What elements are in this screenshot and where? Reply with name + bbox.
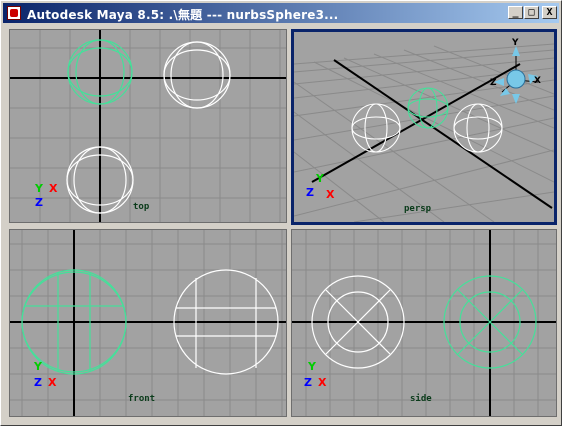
front-viewport-label: front [128,394,156,404]
minimize-button[interactable]: _ [508,6,523,19]
side-axis-y-label: Y [308,360,316,373]
close-button[interactable]: X [542,6,557,19]
side-view-canvas [292,230,556,416]
front-axis-z-label: Z [34,376,42,389]
window-title: Autodesk Maya 8.5: .\無題 --- nurbsSphere3… [27,8,339,22]
persp-sphere-right[interactable] [453,103,503,153]
persp-axis-x-label: X [326,188,335,201]
maximize-button[interactable]: □ [524,6,539,19]
top-axis-x-label: X [49,182,58,195]
top-viewport-label: top [133,202,150,212]
viewport-top[interactable]: Y X Z top [9,29,287,223]
persp-axis-z-label: Z [306,186,314,199]
title-bar[interactable]: Autodesk Maya 8.5: .\無題 --- nurbsSphere3… [3,3,559,23]
maya-window: Autodesk Maya 8.5: .\無題 --- nurbsSphere3… [0,0,562,426]
viewport-side[interactable]: Y Z X side [291,229,557,417]
side-viewport-label: side [410,394,432,404]
side-axis-z-label: Z [304,376,312,389]
persp-viewport-label: persp [404,204,432,214]
viewport-persp[interactable]: Y X Z Y Z X persp [291,29,557,225]
persp-axis-y-label: Y [316,172,324,185]
front-axis-x-label: X [48,376,57,389]
side-grid [292,230,556,416]
view-cube-y-label: Y [512,38,519,48]
view-cube-x-label: X [534,76,541,86]
front-axis-y-label: Y [34,360,42,373]
viewport-front[interactable]: Y Z X front [9,229,287,417]
top-axis-z-label: Z [35,196,43,209]
view-cube-z-label: Z [490,78,497,88]
side-axis-x-label: X [318,376,327,389]
maya-app-icon[interactable] [7,6,21,20]
top-axis-y-label: Y [35,182,43,195]
